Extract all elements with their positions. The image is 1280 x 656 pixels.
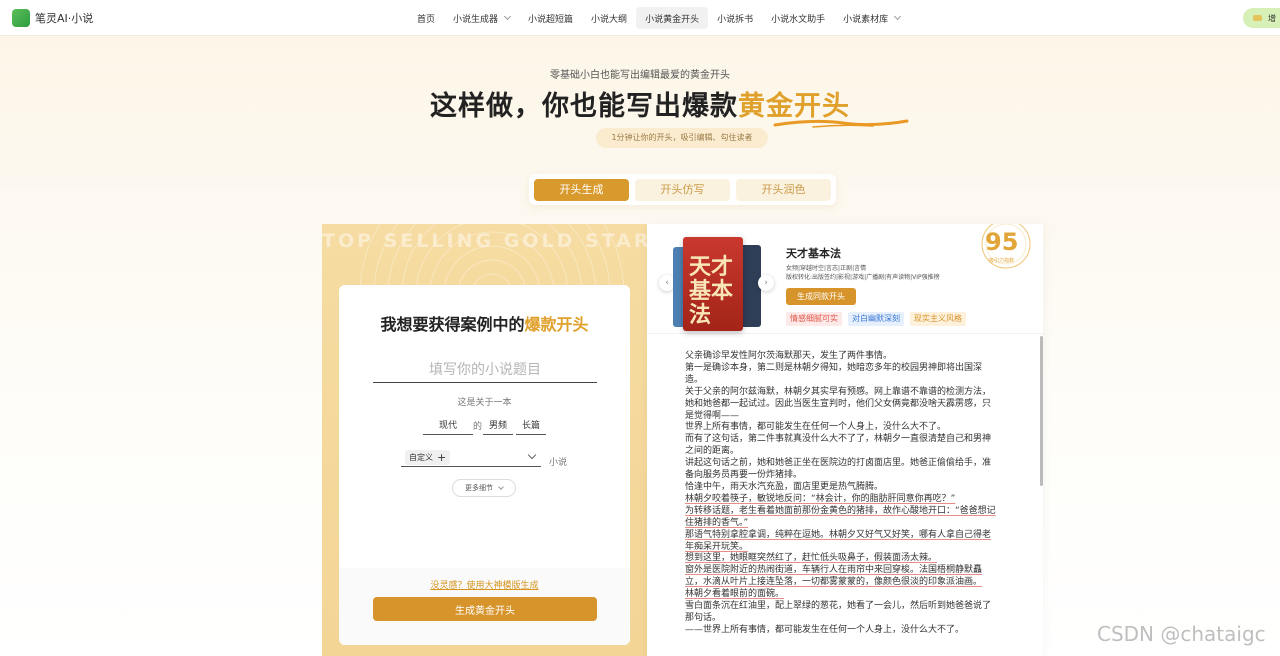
brand-logo[interactable]: 笔灵AI·小说 (12, 9, 93, 27)
chevron-down-icon[interactable] (527, 450, 537, 460)
template-link[interactable]: 没灵感？使用大神模版生成 (339, 578, 630, 591)
novel-suffix: 小说 (549, 458, 568, 468)
style-tag: 对白幽默深刻 (848, 312, 904, 326)
custom-genre-chip[interactable]: 自定义 + (405, 450, 451, 465)
more-details-label: 更多细节 (465, 484, 493, 492)
nav-item[interactable]: 小说超短篇 (519, 7, 582, 29)
example-opening-text: 父亲确诊早发性阿尔茨海默那天，发生了两件事情。 第一是确诊本身，第二则是林朝夕得知… (685, 351, 999, 637)
title-underline-stroke (773, 119, 909, 128)
text-paragraph: 那语气特别拿腔拿调，纯粹在逗她。林朝夕又好气又好笑，哪有人拿自己得老年痴呆开玩笑… (685, 529, 992, 552)
text-paragraph: 而有了这句话，第二件事就真没什么大不了了，林朝夕一直很清楚自己和男神之间的距离。 (685, 434, 992, 457)
about-label: 这是关于一本 (457, 398, 512, 408)
chevron-down-icon (894, 12, 902, 21)
text-paragraph: 林朝夕看着眼前的面碗。 (685, 589, 785, 600)
nav-item-label: 小说超短篇 (528, 14, 574, 25)
plus-icon[interactable]: + (437, 452, 446, 463)
nav-item-label: 小说生成器 (453, 14, 499, 25)
chevron-down-icon (503, 12, 512, 21)
nav-item[interactable]: 小说生成器 (444, 7, 519, 29)
user-pill[interactable]: 增 (1243, 8, 1280, 28)
nav-item[interactable]: 首页 (408, 7, 444, 29)
cover-title: 天才基本法 (689, 254, 734, 328)
generate-opening-button[interactable]: 生成黄金开头 (373, 597, 597, 621)
score-value: 95 (985, 228, 1019, 256)
nav-item-label: 小说水文助手 (771, 14, 826, 25)
crown-icon (1253, 15, 1262, 21)
channel-select[interactable]: 男频 (483, 419, 513, 435)
book-cover: 天才基本法 (673, 237, 767, 333)
text-paragraph: 为转移话题，老生看着她面前那份金黄色的猪排，故作心酸地开口：“爸爸想记住猪排的香… (685, 505, 996, 528)
mode-tabs: 开头生成 开头仿写 开头润色 (529, 174, 836, 205)
top-nav: 笔灵AI·小说 首页 小说生成器 小说超短篇 小说大纲 小说黄金开头 小说拆书 小说水文助手… (0, 0, 1280, 36)
text-paragraph: 窗外是医院附近的热闹街道，车辆行人在雨帘中来回穿梭。法国梧桐静默矗立，水滴从叶片… (685, 565, 983, 588)
tab-generate[interactable]: 开头生成 (534, 179, 629, 201)
book-title: 天才基本法 (786, 247, 841, 260)
hero-title-plain: 这样做，你也能写出爆款 (430, 91, 738, 122)
form-footer: 没灵感？使用大神模版生成 生成黄金开头 (339, 568, 630, 645)
style-tag: 情感细腻可实 (786, 312, 842, 326)
nav-item[interactable]: 小说拆书 (708, 7, 762, 29)
next-arrow-icon[interactable]: › (758, 275, 774, 291)
example-panel: ‹ 天才基本法 › 天才基本法 女频|穿越时空|言志|正剧|言情 版权转化:出版… (647, 224, 1043, 656)
text-paragraph: 林朝夕咬着筷子，敏锐地反问：“林会计，你的脂肪肝同意你再吃？” (685, 493, 956, 504)
form-card: 我想要获得案例中的爆款开头 这是关于一本 现代 的 男频 长篇 自定义 + 小说… (339, 285, 630, 645)
text-paragraph: 雪白面条沉在红油里，配上翠绿的葱花，她看了一会儿，然后听到她爸爸说了那句话。 (685, 601, 992, 623)
nav-item-label: 首页 (417, 14, 436, 25)
chevron-down-icon (498, 483, 504, 490)
nav-item[interactable]: 小说大纲 (582, 7, 636, 29)
style-tag: 现实主义风格 (910, 312, 966, 326)
book-genre-tags: 女频|穿越时空|言志|正剧|言情 (786, 265, 867, 272)
era-select[interactable]: 现代 (423, 419, 473, 435)
user-pill-label: 增 (1268, 13, 1276, 23)
brand-name: 笔灵AI·小说 (35, 12, 94, 25)
form-panel: TOP SELLING GOLD START 我想要获得案例中的爆款开头 这是关… (322, 224, 647, 656)
main-menu: 首页 小说生成器 小说超短篇 小说大纲 小说黄金开头 小说拆书 小说水文助手 小说素材库 (408, 7, 909, 29)
nav-item-label: 小说黄金开头 (645, 14, 700, 25)
de-label: 的 (473, 422, 483, 432)
cover-front: 天才基本法 (683, 237, 743, 331)
form-title-gold: 爆款开头 (524, 315, 589, 334)
book-card: ‹ 天才基本法 › 天才基本法 女频|穿越时空|言志|正剧|言情 版权转化:出版… (647, 224, 1043, 334)
watermark-text: TOP SELLING GOLD START (322, 230, 647, 252)
text-paragraph: 想到这里，她眼眶突然红了，赶忙低头吸鼻子，假装面汤太辣。 (685, 553, 938, 564)
nav-item-label: 小说大纲 (591, 14, 628, 25)
nav-item-label: 小说素材库 (843, 14, 889, 25)
length-select[interactable]: 长篇 (516, 419, 546, 435)
nav-item[interactable]: 小说黄金开头 (636, 7, 709, 29)
text-paragraph: 恰逢中午，雨天水汽充盈，面店里更是热气腾腾。 (685, 481, 884, 492)
text-paragraph: 第一是确诊本身，第二则是林朝夕得知，她暗恋多年的校园男神即将出国深造。 (685, 362, 983, 385)
custom-chip-label: 自定义 (409, 453, 433, 462)
csdn-watermark: CSDN @chataigc (1097, 622, 1266, 646)
scrollbar[interactable] (1040, 336, 1043, 486)
genre-dropdown[interactable]: 自定义 + (401, 449, 541, 467)
score-label: 吸引力指数 (989, 258, 1015, 264)
text-paragraph: 世界上所有事情，都可能发生在任何一个人身上，没什么大不了。 (685, 422, 947, 433)
hero-subtitle: 零基础小白也能写出编辑最爱的黄金开头 (550, 70, 730, 81)
tab-imitate[interactable]: 开头仿写 (635, 179, 730, 201)
brand-leaf-icon (12, 9, 30, 27)
nav-item[interactable]: 小说水文助手 (762, 7, 834, 29)
text-paragraph: 关于父亲的阿尔兹海默，林朝夕其实早有预感。网上靠谱不靠谱的检测方法，她和她爸都一… (685, 386, 992, 421)
more-details-button[interactable]: 更多细节 (452, 479, 516, 497)
form-title-plain: 我想要获得案例中的 (380, 315, 525, 334)
form-title: 我想要获得案例中的爆款开头 (339, 311, 630, 335)
nav-item[interactable]: 小说素材库 (834, 7, 909, 29)
hero-title: 这样做，你也能写出爆款黄金开头 (0, 84, 1280, 123)
hero-tagline: 1分钟让你的开头，吸引编辑、勾住读者 (596, 128, 768, 148)
tab-polish[interactable]: 开头润色 (736, 179, 831, 201)
text-paragraph: 讲起这句话之前，她和她爸正坐在医院边的打卤面店里。她爸正偷偷给手，准备向服务员再… (685, 458, 992, 481)
text-paragraph: ——世界上所有事情，都可能发生在任何一个人身上，没什么大不了。 (685, 624, 965, 635)
novel-title-input[interactable] (373, 357, 597, 383)
nav-item-label: 小说拆书 (717, 14, 754, 25)
text-paragraph: 父亲确诊早发性阿尔茨海默那天，发生了两件事情。 (685, 351, 893, 361)
book-description: 版权转化:出版签约|影视|游戏|广播剧|有声读物|VIP强推榜 (786, 274, 940, 281)
generate-same-button[interactable]: 生成同款开头 (786, 288, 856, 305)
